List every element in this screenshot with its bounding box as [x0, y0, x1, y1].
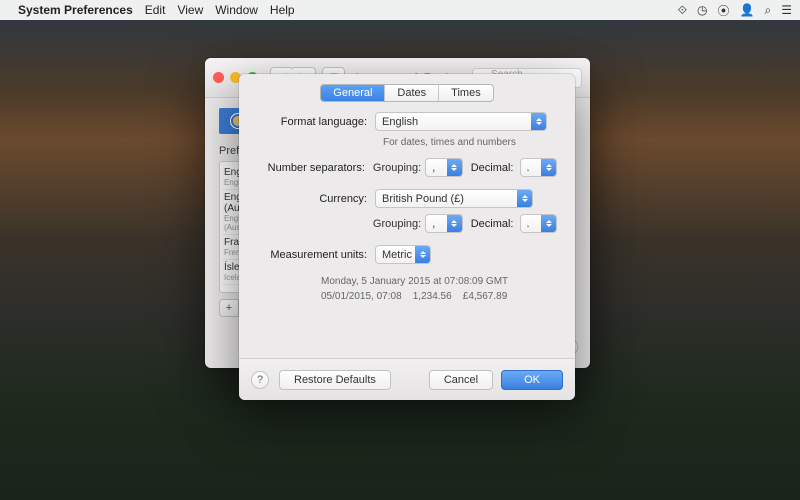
format-example: Monday, 5 January 2015 at 07:08:09 GMT 0…: [321, 274, 557, 304]
time-machine-icon[interactable]: ◷: [697, 3, 707, 17]
currency-grouping-select[interactable]: ,: [425, 214, 463, 233]
notification-center-icon[interactable]: ☰: [781, 3, 792, 17]
chevron-updown-icon: [447, 159, 462, 176]
currency-select[interactable]: British Pound (£): [375, 189, 533, 208]
number-grouping-select[interactable]: ,: [425, 158, 463, 177]
close-button[interactable]: [213, 72, 224, 83]
tabs: General Dates Times: [320, 84, 493, 102]
currency-decimal-label: Decimal:: [471, 218, 514, 230]
menubar: System Preferences Edit View Window Help…: [0, 0, 800, 20]
add-language-button[interactable]: +: [219, 299, 239, 317]
chevron-updown-icon: [531, 113, 546, 130]
chevron-updown-icon: [517, 190, 532, 207]
spotlight-icon[interactable]: ⌕: [765, 3, 772, 18]
tab-dates[interactable]: Dates: [385, 85, 439, 101]
dropbox-icon[interactable]: ⟐: [678, 3, 687, 18]
menu-view[interactable]: View: [177, 3, 203, 17]
currency-label: Currency:: [257, 193, 375, 205]
decimal-label: Decimal:: [471, 162, 514, 174]
help-button[interactable]: ?: [251, 371, 269, 389]
chevron-updown-icon: [447, 215, 462, 232]
chevron-updown-icon: [541, 215, 556, 232]
restore-defaults-button[interactable]: Restore Defaults: [279, 370, 391, 390]
menu-help[interactable]: Help: [270, 3, 295, 17]
tab-times[interactable]: Times: [439, 85, 493, 101]
chevron-updown-icon: [541, 159, 556, 176]
menu-edit[interactable]: Edit: [145, 3, 166, 17]
cancel-button[interactable]: Cancel: [429, 370, 493, 390]
user-icon[interactable]: 👤: [740, 3, 755, 17]
measurement-select[interactable]: Metric: [375, 245, 431, 264]
format-language-hint: For dates, times and numbers: [383, 137, 557, 148]
advanced-sheet: General Dates Times Format language: Eng…: [239, 74, 575, 400]
number-decimal-select[interactable]: .: [520, 158, 558, 177]
wifi-icon[interactable]: ⦿: [718, 2, 730, 19]
sheet-footer: ? Restore Defaults Cancel OK: [239, 358, 575, 400]
grouping-label: Grouping:: [373, 162, 421, 174]
chevron-updown-icon: [415, 246, 430, 263]
menu-window[interactable]: Window: [215, 3, 258, 17]
currency-decimal-select[interactable]: .: [520, 214, 558, 233]
ok-button[interactable]: OK: [501, 370, 563, 390]
format-language-select[interactable]: English: [375, 112, 547, 131]
number-separators-label: Number separators:: [257, 162, 373, 174]
format-language-label: Format language:: [257, 116, 375, 128]
measurement-units-label: Measurement units:: [257, 249, 375, 261]
currency-grouping-label: Grouping:: [373, 218, 421, 230]
app-name[interactable]: System Preferences: [18, 3, 133, 17]
tab-general[interactable]: General: [321, 85, 385, 101]
